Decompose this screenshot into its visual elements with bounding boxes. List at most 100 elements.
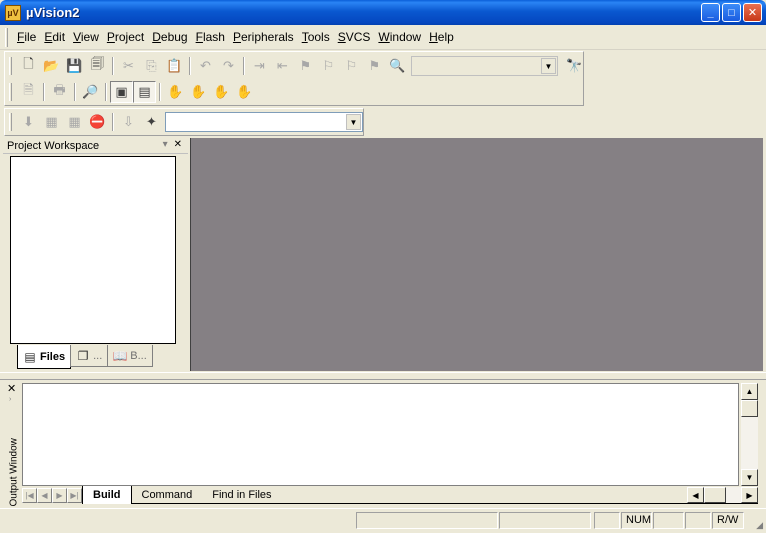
bookmark-clear-icon[interactable]: ⚑: [363, 55, 386, 77]
menu-edit[interactable]: Edit: [40, 30, 69, 44]
status-pane-5: [653, 512, 684, 529]
build-icon[interactable]: ▦: [40, 111, 63, 133]
menu-file[interactable]: File: [13, 30, 40, 44]
project-workspace: Project Workspace ▾ ✕ ▤ Files ❐ ... 📖 B.…: [3, 138, 188, 372]
menu-svcs[interactable]: SVCS: [334, 30, 375, 44]
tab-build[interactable]: Build: [82, 486, 132, 504]
print-icon[interactable]: 🖶: [48, 81, 71, 103]
menu-debug[interactable]: Debug: [148, 30, 191, 44]
workspace-header: Project Workspace ▾ ✕: [3, 138, 188, 154]
scroll-thumb[interactable]: [704, 487, 726, 503]
resize-grip-icon[interactable]: ◢: [756, 520, 763, 531]
options-wand-icon[interactable]: ✦: [140, 111, 163, 133]
output-side-bar: ✕ › Output Window: [4, 381, 20, 507]
chevron-down-icon[interactable]: ▼: [346, 114, 361, 130]
chevron-down-icon[interactable]: ▾: [163, 139, 168, 150]
menu-view[interactable]: View: [69, 30, 103, 44]
splitter[interactable]: [0, 372, 766, 380]
save-all-icon[interactable]: 🗐: [86, 55, 109, 77]
close-button[interactable]: ✕: [743, 3, 762, 22]
editor-area[interactable]: [190, 138, 763, 371]
tab-registers[interactable]: ❐ ...: [70, 345, 109, 367]
menu-tools[interactable]: Tools: [298, 30, 334, 44]
menu-flash[interactable]: Flash: [192, 30, 229, 44]
tab-books[interactable]: 📖 B...: [107, 345, 153, 367]
toolbar-grip[interactable]: [9, 113, 12, 131]
open-file-icon[interactable]: 📂: [40, 55, 63, 77]
workspace-tabs: ▤ Files ❐ ... 📖 B...: [17, 345, 153, 369]
rebuild-icon[interactable]: ▦: [63, 111, 86, 133]
indent-icon[interactable]: ⇥: [248, 55, 271, 77]
last-tab-icon[interactable]: ▶|: [67, 487, 82, 503]
menu-window[interactable]: Window: [374, 30, 425, 44]
window-title: µVision2: [26, 5, 80, 20]
hand-clear-icon[interactable]: ✋: [233, 81, 256, 103]
menu-help[interactable]: Help: [425, 30, 458, 44]
binoculars-icon[interactable]: 🔭: [563, 55, 586, 77]
output-window-icon[interactable]: ▤: [133, 81, 156, 103]
bookmark-prev-icon[interactable]: ⚐: [340, 55, 363, 77]
bookmark-next-icon[interactable]: ⚐: [317, 55, 340, 77]
prev-tab-icon[interactable]: ◀: [37, 487, 52, 503]
hand-disabled-icon[interactable]: ✋: [210, 81, 233, 103]
status-rw: R/W: [712, 512, 744, 529]
minimize-button[interactable]: _: [701, 3, 720, 22]
output-text-area[interactable]: [22, 383, 739, 486]
menu-grip[interactable]: [5, 27, 8, 47]
close-icon[interactable]: ✕: [174, 139, 182, 150]
bookmark-toggle-icon[interactable]: ⚑: [294, 55, 317, 77]
build-toolbar: ⬇ ▦ ▦ ⛔ ⇩ ✦ ▼: [5, 109, 363, 135]
target-combo[interactable]: ▼: [165, 112, 363, 132]
scroll-thumb[interactable]: [741, 400, 758, 417]
close-icon[interactable]: ✕: [7, 382, 16, 395]
redo-icon[interactable]: ↷: [217, 55, 240, 77]
app-icon: µV: [5, 4, 21, 21]
chevron-right-icon[interactable]: ›: [9, 396, 11, 403]
tab-files[interactable]: ▤ Files: [17, 345, 72, 369]
status-bar: NUM R/W ◢: [0, 508, 766, 533]
scroll-left-icon[interactable]: ◀: [687, 487, 704, 503]
stop-hand-icon[interactable]: ✋: [187, 81, 210, 103]
maximize-button[interactable]: □: [722, 3, 741, 22]
new-file-icon[interactable]: 🗋: [17, 55, 40, 77]
file-icon: ▤: [24, 349, 36, 364]
load-icon[interactable]: ⇩: [117, 111, 140, 133]
workspace-window-icon[interactable]: ▣: [110, 81, 133, 103]
title-bar[interactable]: µV µVision2 _ □ ✕: [0, 0, 766, 25]
status-pane-2: [499, 512, 591, 529]
find-in-files-icon[interactable]: 🔍: [386, 55, 409, 77]
hand-icon[interactable]: ✋: [164, 81, 187, 103]
scroll-right-icon[interactable]: ▶: [741, 487, 758, 503]
cut-icon[interactable]: ✂: [117, 55, 140, 77]
toolbar-grip[interactable]: [9, 57, 12, 75]
tab-find-in-files[interactable]: Find in Files: [202, 486, 282, 504]
stop-build-icon[interactable]: ⛔: [86, 111, 109, 133]
scroll-down-icon[interactable]: ▼: [741, 469, 758, 486]
menu-peripherals[interactable]: Peripherals: [229, 30, 298, 44]
paste-icon[interactable]: 📋: [163, 55, 186, 77]
status-pane-6: [685, 512, 711, 529]
project-tree[interactable]: [10, 156, 176, 344]
tab-command[interactable]: Command: [131, 486, 203, 504]
file-toolbar: 🗋 📂 💾 🗐 ✂ ⎘ 📋 ↶ ↷ ⇥ ⇤ ⚑ ⚐ ⚐ ⚑ 🔍 ▼ 🔭: [5, 53, 586, 79]
find-combo[interactable]: ▼: [411, 56, 558, 76]
debug-session-icon[interactable]: 🗎: [17, 81, 40, 103]
next-tab-icon[interactable]: ▶: [52, 487, 67, 503]
vertical-scrollbar[interactable]: ▲ ▼: [741, 383, 758, 486]
horizontal-scrollbar[interactable]: ◀ ▶: [687, 487, 758, 503]
debug-toolbar: 🗎 🖶 🔎 ▣ ▤ ✋ ✋ ✋ ✋: [5, 79, 256, 105]
zoom-icon[interactable]: 🔎: [79, 81, 102, 103]
output-window-label: Output Window: [8, 438, 20, 507]
menu-project[interactable]: Project: [103, 30, 148, 44]
status-pane-3: [594, 512, 620, 529]
status-pane-1: [356, 512, 498, 529]
chevron-down-icon[interactable]: ▼: [541, 58, 556, 74]
translate-icon[interactable]: ⬇: [17, 111, 40, 133]
scroll-up-icon[interactable]: ▲: [741, 383, 758, 400]
save-icon[interactable]: 💾: [63, 55, 86, 77]
undo-icon[interactable]: ↶: [194, 55, 217, 77]
unindent-icon[interactable]: ⇤: [271, 55, 294, 77]
toolbar-grip[interactable]: [9, 83, 12, 101]
first-tab-icon[interactable]: |◀: [22, 487, 37, 503]
copy-icon[interactable]: ⎘: [140, 55, 163, 77]
